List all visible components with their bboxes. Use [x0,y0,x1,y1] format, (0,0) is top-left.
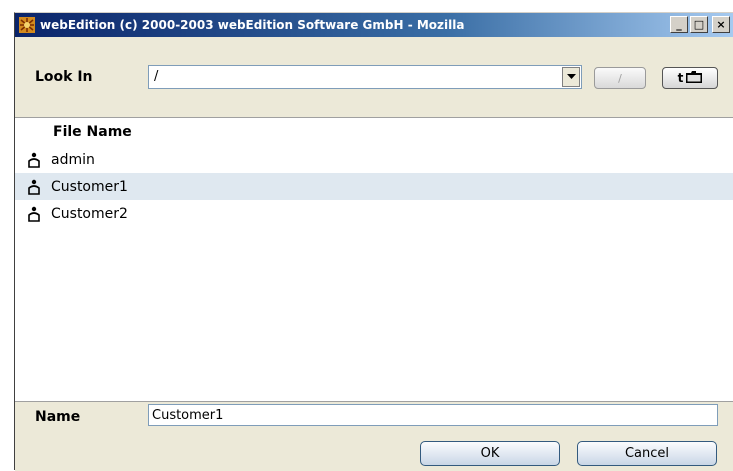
name-label: Name [35,409,81,425]
list-item[interactable]: Customer2 [15,200,733,227]
parent-directory-button[interactable]: t [662,67,718,89]
look-in-select[interactable]: / [148,65,582,89]
chevron-down-icon[interactable] [562,67,580,87]
up-button-label: t [677,71,684,85]
webedition-logo-icon [19,17,35,33]
close-button[interactable]: × [712,16,730,33]
minimize-button[interactable]: _ [670,16,688,33]
list-item[interactable]: admin [15,146,733,173]
user-icon [28,179,40,195]
file-rows: admin Customer1 Customer2 [15,146,733,227]
ok-button[interactable]: OK [420,441,560,466]
folder-icon [686,70,703,86]
look-in-value: / [154,69,159,84]
root-directory-button[interactable]: / [594,67,646,89]
list-item[interactable]: Customer1 [15,173,733,200]
maximize-button[interactable]: □ [690,16,708,33]
column-header-file-name[interactable]: File Name [53,124,132,140]
user-icon [28,152,40,168]
list-item-label: Customer2 [51,205,128,222]
file-list[interactable]: File Name admin Customer1 Customer2 [15,117,733,402]
browser-window: webEdition (c) 2000-2003 webEdition Soft… [14,12,733,471]
window-controls: _ □ × [670,16,730,33]
root-button-label: / [618,71,622,85]
list-item-label: admin [51,151,95,168]
window-title: webEdition (c) 2000-2003 webEdition Soft… [40,18,465,32]
look-in-label: Look In [35,69,93,85]
name-input[interactable] [148,404,718,426]
file-dialog: Look In / / t File Name admin Customer1 … [15,37,733,471]
cancel-button[interactable]: Cancel [577,441,717,466]
title-bar[interactable]: webEdition (c) 2000-2003 webEdition Soft… [15,13,733,37]
list-item-label: Customer1 [51,178,128,195]
user-icon [28,206,40,222]
